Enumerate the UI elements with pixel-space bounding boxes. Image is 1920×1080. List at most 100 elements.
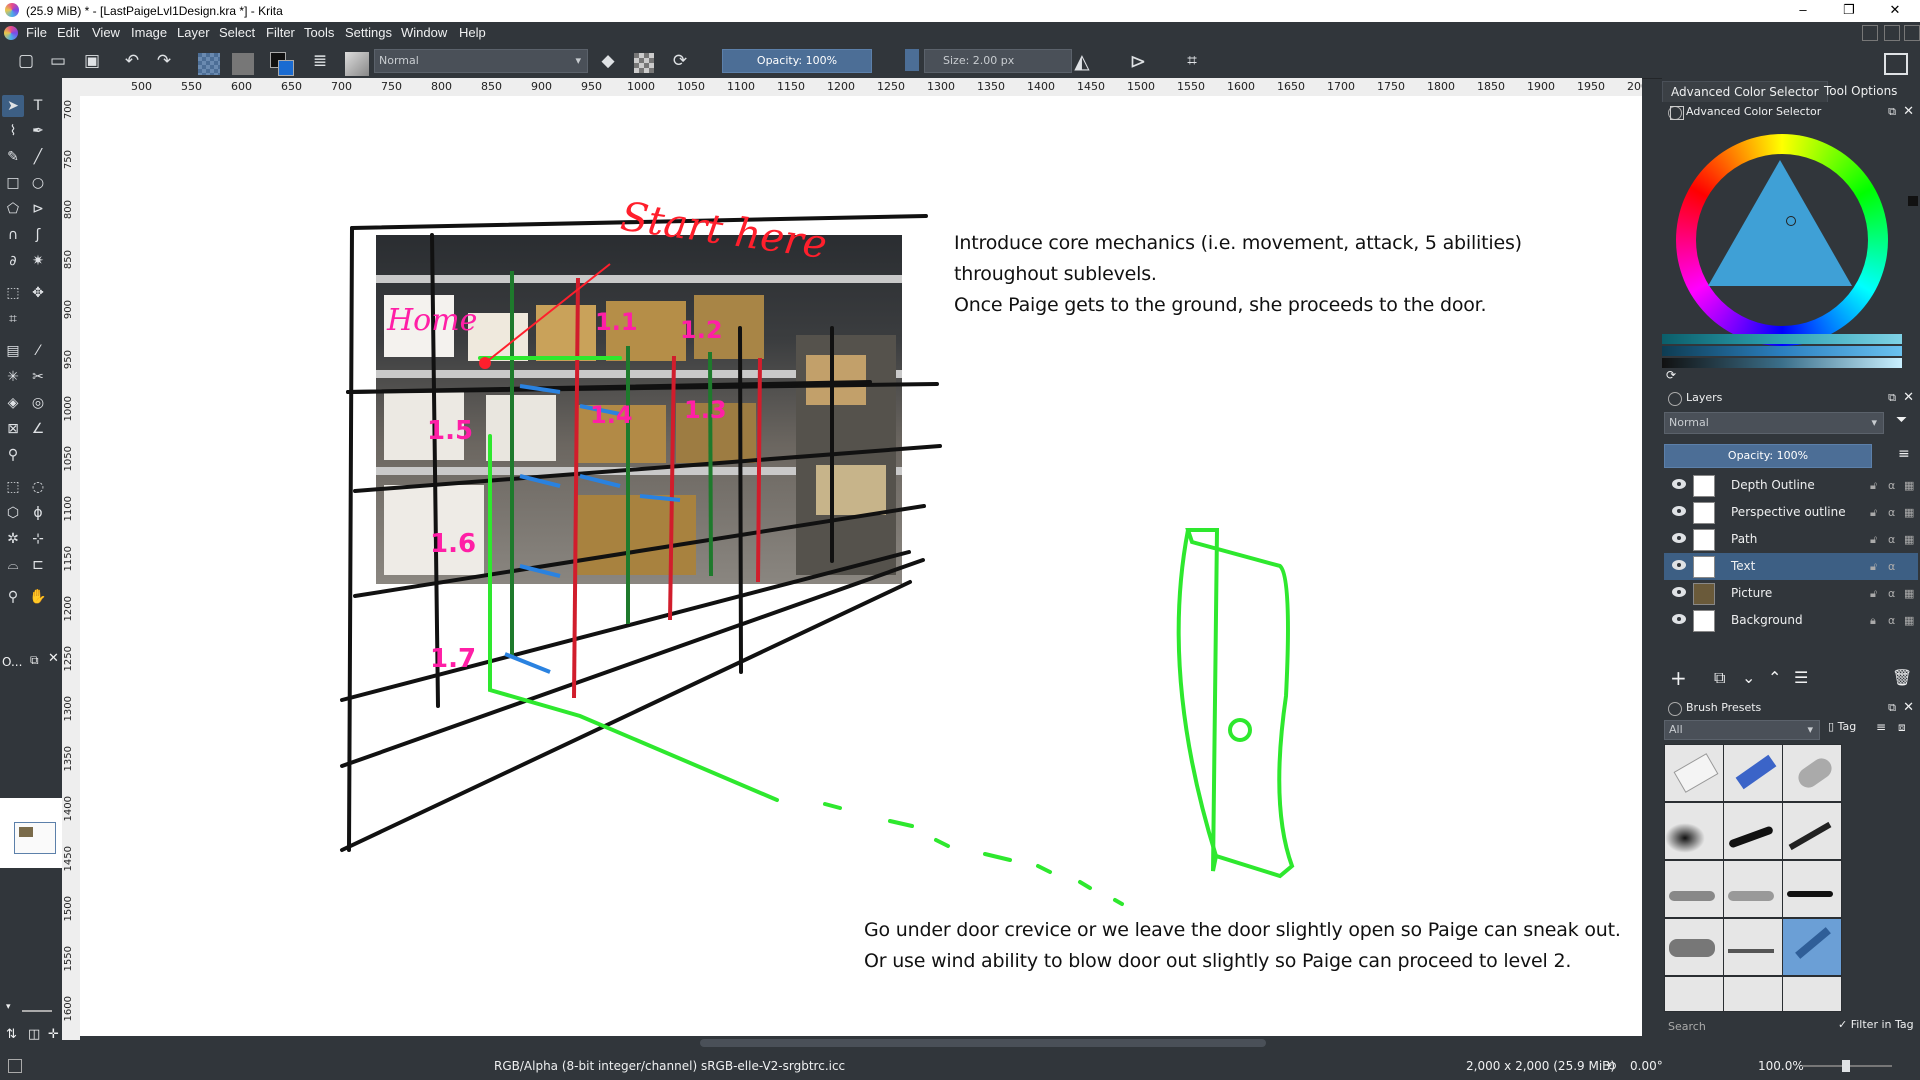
- enclose-fill-icon[interactable]: ◎: [27, 392, 49, 414]
- close-panel-icon[interactable]: ✕: [1903, 388, 1914, 408]
- add-layer-icon[interactable]: +: [1670, 666, 1687, 690]
- filter-icon[interactable]: ⏷: [1896, 412, 1907, 428]
- mirror-view-icon[interactable]: ⇅: [6, 1027, 17, 1042]
- menu-view[interactable]: View: [92, 25, 120, 40]
- fill-pattern-icon[interactable]: [232, 53, 254, 75]
- lock-icon[interactable]: 🔓︎: [1870, 499, 1877, 526]
- brush-filter-select[interactable]: All ▾: [1664, 720, 1820, 740]
- move-layer-up-icon[interactable]: ⌃: [1768, 668, 1781, 687]
- color-picker-icon[interactable]: ⁄: [27, 340, 49, 362]
- zoom-slider[interactable]: [1802, 1060, 1892, 1072]
- color-shade-row[interactable]: [1662, 346, 1902, 356]
- visibility-icon[interactable]: [1672, 587, 1686, 597]
- brush-preset-pen-red[interactable]: [1782, 860, 1842, 918]
- layer-menu-icon[interactable]: ≡: [1898, 446, 1910, 462]
- polygon-select-icon[interactable]: ⬡: [2, 502, 24, 524]
- current-color-swatch[interactable]: [1908, 196, 1918, 206]
- menu-file[interactable]: File: [26, 25, 47, 40]
- freehand-path-icon[interactable]: ʃ: [27, 224, 49, 246]
- multibrush-icon[interactable]: ✷: [27, 250, 49, 272]
- brush-search-input[interactable]: Search: [1664, 1018, 1808, 1036]
- menu-select[interactable]: Select: [219, 25, 255, 40]
- new-document-icon[interactable]: ▢: [14, 49, 38, 73]
- color-shade-row[interactable]: [1662, 334, 1902, 344]
- layer-row-selected[interactable]: Text 🔓︎ α: [1664, 553, 1918, 580]
- color-shade-row[interactable]: [1662, 358, 1902, 368]
- color-cursor[interactable]: [1786, 216, 1796, 226]
- tag-button[interactable]: ▯ Tag: [1828, 720, 1856, 733]
- brush-preset-airbrush[interactable]: [1664, 802, 1724, 860]
- pan-tool-icon[interactable]: ✋: [27, 586, 49, 608]
- overview-zoom-slider[interactable]: ▾: [4, 1002, 60, 1016]
- menu-settings[interactable]: Settings: [345, 25, 392, 40]
- visibility-icon[interactable]: [1672, 560, 1686, 570]
- close-button[interactable]: ✕: [1872, 0, 1918, 22]
- ellipse-select-icon[interactable]: ◌: [27, 476, 49, 498]
- alpha-lock-icon[interactable]: [634, 53, 654, 73]
- save-icon[interactable]: ▣: [80, 49, 104, 73]
- zoom-tool-icon[interactable]: ⚲: [2, 586, 24, 608]
- measure-tool-icon[interactable]: ∠: [27, 418, 49, 440]
- layer-row[interactable]: Depth Outline 🔓︎ α ▦: [1664, 472, 1918, 499]
- brush-preset-pencil-soft[interactable]: [1723, 860, 1783, 918]
- background-color-swatch[interactable]: [278, 60, 294, 76]
- filter-in-tag-checkbox[interactable]: ✓ Filter in Tag: [1838, 1018, 1914, 1031]
- open-document-icon[interactable]: ▭: [46, 49, 70, 73]
- inherit-alpha-icon[interactable]: ▦: [1904, 472, 1914, 499]
- smart-patch-icon[interactable]: ✂: [27, 366, 49, 388]
- float-panel-icon[interactable]: ⧉: [1888, 388, 1896, 408]
- scroll-thumb[interactable]: [700, 1039, 1266, 1047]
- ellipse-tool-icon[interactable]: ○: [27, 172, 49, 194]
- minimize-button[interactable]: –: [1780, 0, 1826, 22]
- move-tool-icon[interactable]: ✥: [27, 282, 49, 304]
- layer-row[interactable]: Background 🔒︎ α ▦: [1664, 607, 1918, 634]
- lock-icon[interactable]: 🔓︎: [1870, 580, 1877, 607]
- brush-preset-ink[interactable]: [1723, 802, 1783, 860]
- bezier-select-icon[interactable]: ⌓: [2, 554, 24, 576]
- redo-icon[interactable]: ↷: [152, 49, 176, 73]
- mirror-vertical-icon[interactable]: ⊳: [1126, 49, 1150, 73]
- size-slider[interactable]: Size: 2.00 px: [924, 49, 1072, 73]
- lock-icon[interactable]: 🔒︎: [1870, 607, 1876, 634]
- float-panel-icon[interactable]: ⧉: [1888, 102, 1896, 122]
- menu-help[interactable]: Help: [459, 25, 486, 40]
- fill-gradient-icon[interactable]: [198, 53, 220, 75]
- opacity-slider[interactable]: Opacity: 100%: [722, 49, 872, 73]
- blend-mode-select[interactable]: Normal ▾: [374, 49, 588, 73]
- edit-shapes-icon[interactable]: ⌇: [2, 120, 24, 142]
- menu-filter[interactable]: Filter: [266, 25, 295, 40]
- wrap-around-icon[interactable]: ⌗: [1180, 49, 1204, 73]
- vertical-scrollbar[interactable]: [1642, 96, 1656, 1036]
- brush-preset-icon[interactable]: [345, 52, 369, 76]
- lock-icon[interactable]: 🔓︎: [1870, 526, 1877, 553]
- freehand-brush-icon[interactable]: ✎: [2, 146, 24, 168]
- layer-blend-select[interactable]: Normal ▾: [1664, 412, 1884, 434]
- brush-preset-eraser[interactable]: [1664, 744, 1724, 802]
- reference-images-icon[interactable]: ⚲: [2, 444, 24, 466]
- visibility-icon[interactable]: [1672, 506, 1686, 516]
- rotation-icon[interactable]: ⟲: [1606, 1052, 1616, 1080]
- scroll-thumb[interactable]: [1645, 116, 1653, 616]
- move-layer-down-icon[interactable]: ⌄: [1742, 668, 1755, 687]
- assistant-tool-icon[interactable]: ⊠: [2, 418, 24, 440]
- visibility-icon[interactable]: [1672, 479, 1686, 489]
- undo-icon[interactable]: ↶: [120, 49, 144, 73]
- select-shapes-icon[interactable]: ➤: [2, 95, 24, 117]
- import-icon[interactable]: ⧈: [1898, 720, 1906, 735]
- brush-preset-oil[interactable]: [1664, 918, 1724, 976]
- visibility-icon[interactable]: [1672, 533, 1686, 543]
- close-panel-icon[interactable]: ✕: [1903, 102, 1914, 122]
- layer-opacity-slider[interactable]: Opacity: 100%: [1664, 444, 1872, 468]
- polyline-tool-icon[interactable]: ⊳: [27, 198, 49, 220]
- layer-row[interactable]: Path 🔓︎ α ▦: [1664, 526, 1918, 553]
- inherit-alpha-icon[interactable]: ▦: [1904, 607, 1914, 634]
- crop-transform-icon[interactable]: ⬚: [2, 282, 24, 304]
- layer-row[interactable]: Picture 🔓︎ α ▦: [1664, 580, 1918, 607]
- gradient-tool-icon[interactable]: ▤: [2, 340, 24, 362]
- menu-image[interactable]: Image: [131, 25, 167, 40]
- duplicate-layer-icon[interactable]: ⧉: [1714, 668, 1725, 688]
- alpha-icon[interactable]: α: [1888, 553, 1895, 580]
- text-tool-icon[interactable]: T: [27, 95, 49, 117]
- close-panel-icon[interactable]: ✕: [1903, 698, 1914, 718]
- rect-select-icon[interactable]: ⬚: [2, 476, 24, 498]
